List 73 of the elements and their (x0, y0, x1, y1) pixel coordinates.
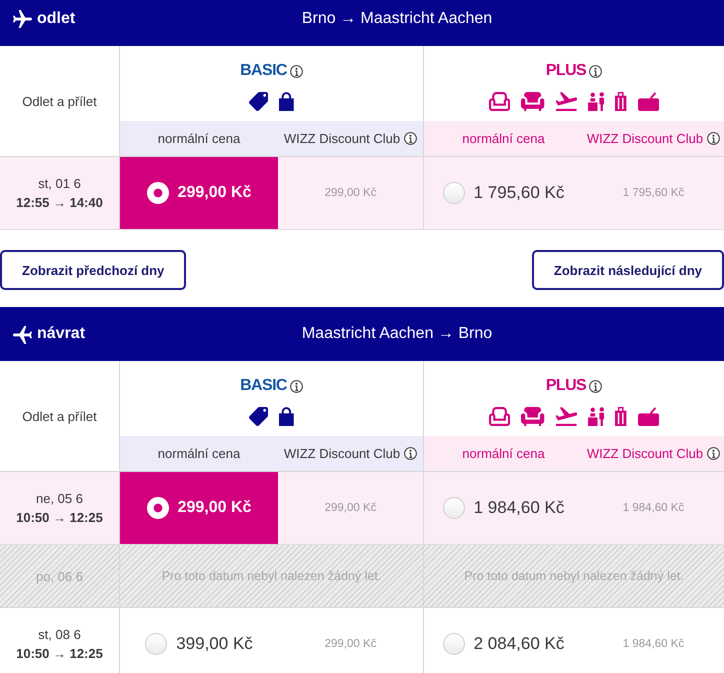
armchair-icon (521, 406, 545, 426)
flight-date: st, 01 6 (38, 175, 81, 193)
no-flight-message: Pro toto datum nebyl nalezen žádný let. (464, 569, 684, 583)
info-icon[interactable] (290, 64, 303, 78)
column-heading: Odlet a přílet (22, 94, 97, 108)
fare-name: BASIC (240, 62, 287, 80)
column-label: WIZZ Discount Club (586, 131, 704, 146)
radio-button[interactable] (442, 182, 465, 204)
route-title: Maastricht Aachen → Brno (302, 325, 492, 343)
direction-label: odlet (37, 10, 76, 28)
armchair-outline-icon (489, 406, 510, 426)
club-price: 299,00 Kč (324, 638, 376, 650)
flight-times: 10:50 → 12:25 (16, 645, 103, 663)
column-label: normální cena (462, 131, 545, 146)
column-label: WIZZ Discount Club (586, 446, 704, 461)
flight-times: 12:55 → 14:40 (16, 194, 103, 212)
people-icon (588, 92, 604, 110)
fare-price: 299,00 Kč (178, 184, 252, 202)
next-days-button[interactable]: Zobrazit následující dny (532, 250, 724, 290)
club-price: 1 984,60 Kč (622, 502, 684, 514)
info-icon[interactable] (707, 447, 720, 460)
radio-button[interactable] (442, 497, 465, 519)
suitcase-icon (615, 92, 626, 110)
club-price: 299,00 Kč (324, 502, 376, 514)
info-icon[interactable] (589, 380, 602, 392)
plane-icon (13, 324, 32, 344)
shopping-bag-icon (279, 406, 294, 426)
shopping-bag-icon (279, 92, 294, 110)
fare-name: PLUS (546, 62, 586, 80)
people-icon (588, 406, 604, 426)
bag-icon (638, 92, 659, 110)
radio-button[interactable] (442, 633, 465, 655)
flight-date: po, 06 6 (36, 568, 83, 586)
flight-date: st, 08 6 (38, 626, 81, 644)
fare-price: 1 984,60 Kč (474, 498, 564, 518)
column-heading: Odlet a přílet (22, 408, 97, 424)
plane-icon (13, 10, 32, 28)
column-label: normální cena (158, 131, 240, 146)
selected-fare-cell[interactable]: 299,00 Kč (120, 157, 278, 229)
plane-takeoff-icon (556, 406, 577, 426)
fare-price: 399,00 Kč (176, 634, 253, 654)
info-icon[interactable] (589, 64, 602, 78)
selected-fare-cell[interactable]: 299,00 Kč (120, 472, 278, 544)
column-label: normální cena (158, 446, 240, 461)
bag-icon (638, 406, 659, 426)
fare-price: 1 795,60 Kč (474, 183, 564, 203)
club-price: 1 984,60 Kč (622, 638, 684, 650)
route-title: Brno → Maastricht Aachen (302, 10, 492, 28)
fare-price: 2 084,60 Kč (474, 634, 564, 654)
fare-name: BASIC (240, 377, 287, 395)
fare-price: 299,00 Kč (178, 499, 252, 517)
previous-days-button[interactable]: Zobrazit předchozí dny (0, 250, 186, 290)
fare-name: PLUS (546, 377, 586, 395)
info-icon[interactable] (290, 380, 303, 392)
flight-date: ne, 05 6 (36, 490, 83, 508)
armchair-outline-icon (489, 92, 510, 110)
no-flight-message: Pro toto datum nebyl nalezen žádný let. (162, 569, 382, 583)
info-icon[interactable] (404, 132, 418, 145)
tag-icon (249, 92, 268, 110)
club-price: 1 795,60 Kč (622, 187, 684, 199)
armchair-icon (521, 92, 545, 110)
club-price: 299,00 Kč (324, 187, 376, 199)
column-label: WIZZ Discount Club (284, 131, 400, 146)
plane-takeoff-icon (556, 92, 577, 110)
info-icon[interactable] (404, 447, 418, 460)
tag-icon (249, 406, 268, 426)
column-label: normální cena (462, 446, 545, 461)
flight-times: 10:50 → 12:25 (16, 509, 103, 527)
suitcase-icon (615, 406, 626, 426)
radio-button[interactable] (145, 633, 168, 655)
info-icon[interactable] (707, 132, 720, 145)
direction-label: návrat (37, 325, 86, 343)
column-label: WIZZ Discount Club (284, 446, 400, 461)
